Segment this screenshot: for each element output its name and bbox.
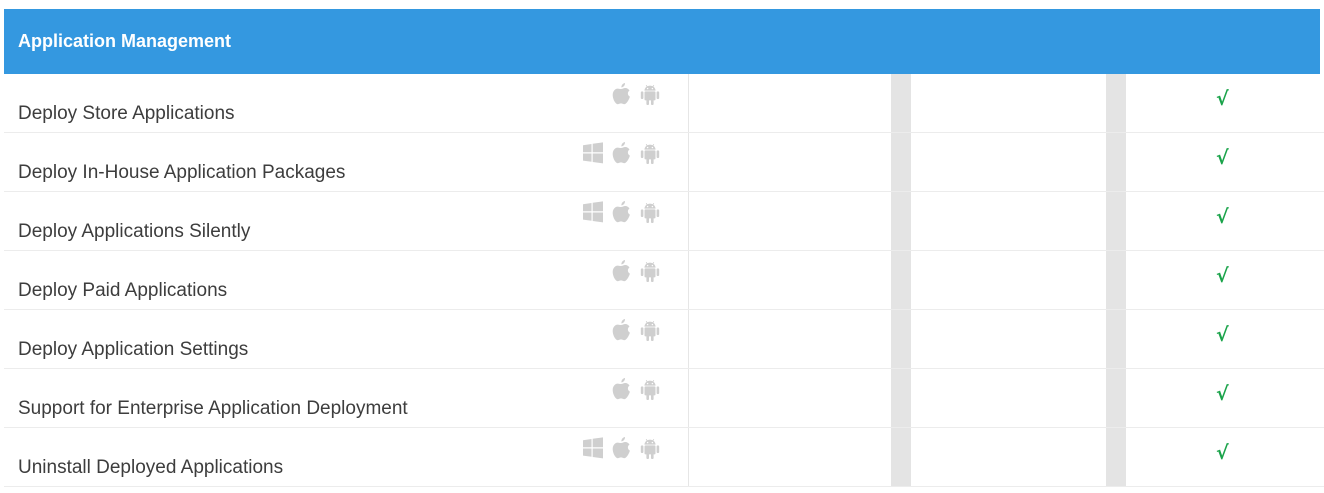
feature-cell: Deploy Store Applications xyxy=(4,74,689,133)
android-icon xyxy=(638,436,662,460)
windows-icon xyxy=(582,437,604,459)
android-icon xyxy=(638,377,662,401)
feature-table: Application Management Deploy Store Appl… xyxy=(4,9,1324,493)
checkmark-icon: √ xyxy=(1216,88,1229,110)
plan-column-1-cell xyxy=(690,192,891,251)
plan-column-3-cell: √ xyxy=(1126,428,1324,487)
table-row: Deploy Application Settings √ xyxy=(4,310,1324,369)
feature-cell: Deploy Application Settings xyxy=(4,310,689,369)
plan-column-3-cell: √ xyxy=(1126,251,1324,310)
windows-icon xyxy=(582,142,604,164)
plan-column-2-cell xyxy=(911,310,1106,369)
checkmark-icon: √ xyxy=(1216,442,1229,464)
column-separator xyxy=(1106,428,1126,487)
column-separator xyxy=(1106,74,1126,133)
feature-label: Uninstall Deployed Applications xyxy=(18,457,284,478)
android-icon xyxy=(638,259,662,283)
column-separator xyxy=(1106,133,1126,192)
feature-label: Deploy In-House Application Packages xyxy=(18,162,346,183)
apple-icon xyxy=(610,377,632,401)
plan-column-3-cell: √ xyxy=(1126,133,1324,192)
checkmark-icon: √ xyxy=(1216,324,1229,346)
feature-label: Support for Enterprise Application Deplo… xyxy=(18,398,408,419)
apple-icon xyxy=(610,436,632,460)
plan-column-3-cell: √ xyxy=(1126,192,1324,251)
apple-icon xyxy=(610,141,632,165)
plan-column-2-cell xyxy=(911,74,1106,133)
android-icon xyxy=(638,82,662,106)
feature-cell: Deploy Paid Applications xyxy=(4,251,689,310)
plan-column-1-cell xyxy=(690,133,891,192)
platform-icons xyxy=(582,200,662,224)
feature-label: Deploy Application Settings xyxy=(18,339,249,360)
plan-column-1-cell xyxy=(690,251,891,310)
column-separator xyxy=(891,428,911,487)
checkmark-icon: √ xyxy=(1216,383,1229,405)
platform-icons xyxy=(610,259,662,283)
platform-icons xyxy=(582,436,662,460)
plan-column-1-cell xyxy=(690,310,891,369)
android-icon xyxy=(638,318,662,342)
section-title: Application Management xyxy=(18,31,232,51)
plan-column-2-cell xyxy=(911,133,1106,192)
table-row: Uninstall Deployed Applications √ xyxy=(4,428,1324,487)
table-row: Deploy Store Applications √ xyxy=(4,74,1324,133)
feature-cell: Uninstall Deployed Applications xyxy=(4,428,689,487)
table-row: Deploy Paid Applications √ xyxy=(4,251,1324,310)
column-separator xyxy=(1106,251,1126,310)
plan-column-1-cell xyxy=(690,369,891,428)
table-row: Deploy In-House Application Packages √ xyxy=(4,133,1324,192)
feature-label: Deploy Paid Applications xyxy=(18,280,228,301)
column-separator xyxy=(1106,369,1126,428)
plan-column-2-cell xyxy=(911,428,1106,487)
column-separator xyxy=(891,369,911,428)
plan-column-3-cell: √ xyxy=(1126,369,1324,428)
plan-column-2-cell xyxy=(911,251,1106,310)
column-separator xyxy=(891,74,911,133)
checkmark-icon: √ xyxy=(1216,147,1229,169)
section-header: Application Management xyxy=(4,9,1320,74)
apple-icon xyxy=(610,82,632,106)
table-row: Support for Enterprise Application Deplo… xyxy=(4,369,1324,428)
plan-column-1-cell xyxy=(690,428,891,487)
column-separator xyxy=(891,192,911,251)
plan-column-3-cell: √ xyxy=(1126,310,1324,369)
apple-icon xyxy=(610,200,632,224)
column-separator xyxy=(891,133,911,192)
windows-icon xyxy=(582,201,604,223)
plan-column-3-cell: √ xyxy=(1126,74,1324,133)
plan-column-1-cell xyxy=(690,74,891,133)
platform-icons xyxy=(582,141,662,165)
table-row: Deploy Applications Silently √ xyxy=(4,192,1324,251)
feature-cell: Deploy Applications Silently xyxy=(4,192,689,251)
android-icon xyxy=(638,200,662,224)
feature-label: Deploy Store Applications xyxy=(18,103,235,124)
apple-icon xyxy=(610,259,632,283)
apple-icon xyxy=(610,318,632,342)
platform-icons xyxy=(610,318,662,342)
column-separator xyxy=(1106,192,1126,251)
platform-icons xyxy=(610,82,662,106)
column-separator xyxy=(1106,310,1126,369)
feature-cell: Support for Enterprise Application Deplo… xyxy=(4,369,689,428)
plan-column-2-cell xyxy=(911,369,1106,428)
feature-cell: Deploy In-House Application Packages xyxy=(4,133,689,192)
plan-column-2-cell xyxy=(911,192,1106,251)
checkmark-icon: √ xyxy=(1216,206,1229,228)
android-icon xyxy=(638,141,662,165)
column-separator xyxy=(891,251,911,310)
platform-icons xyxy=(610,377,662,401)
feature-label: Deploy Applications Silently xyxy=(18,221,251,242)
checkmark-icon: √ xyxy=(1216,265,1229,287)
column-separator xyxy=(891,310,911,369)
